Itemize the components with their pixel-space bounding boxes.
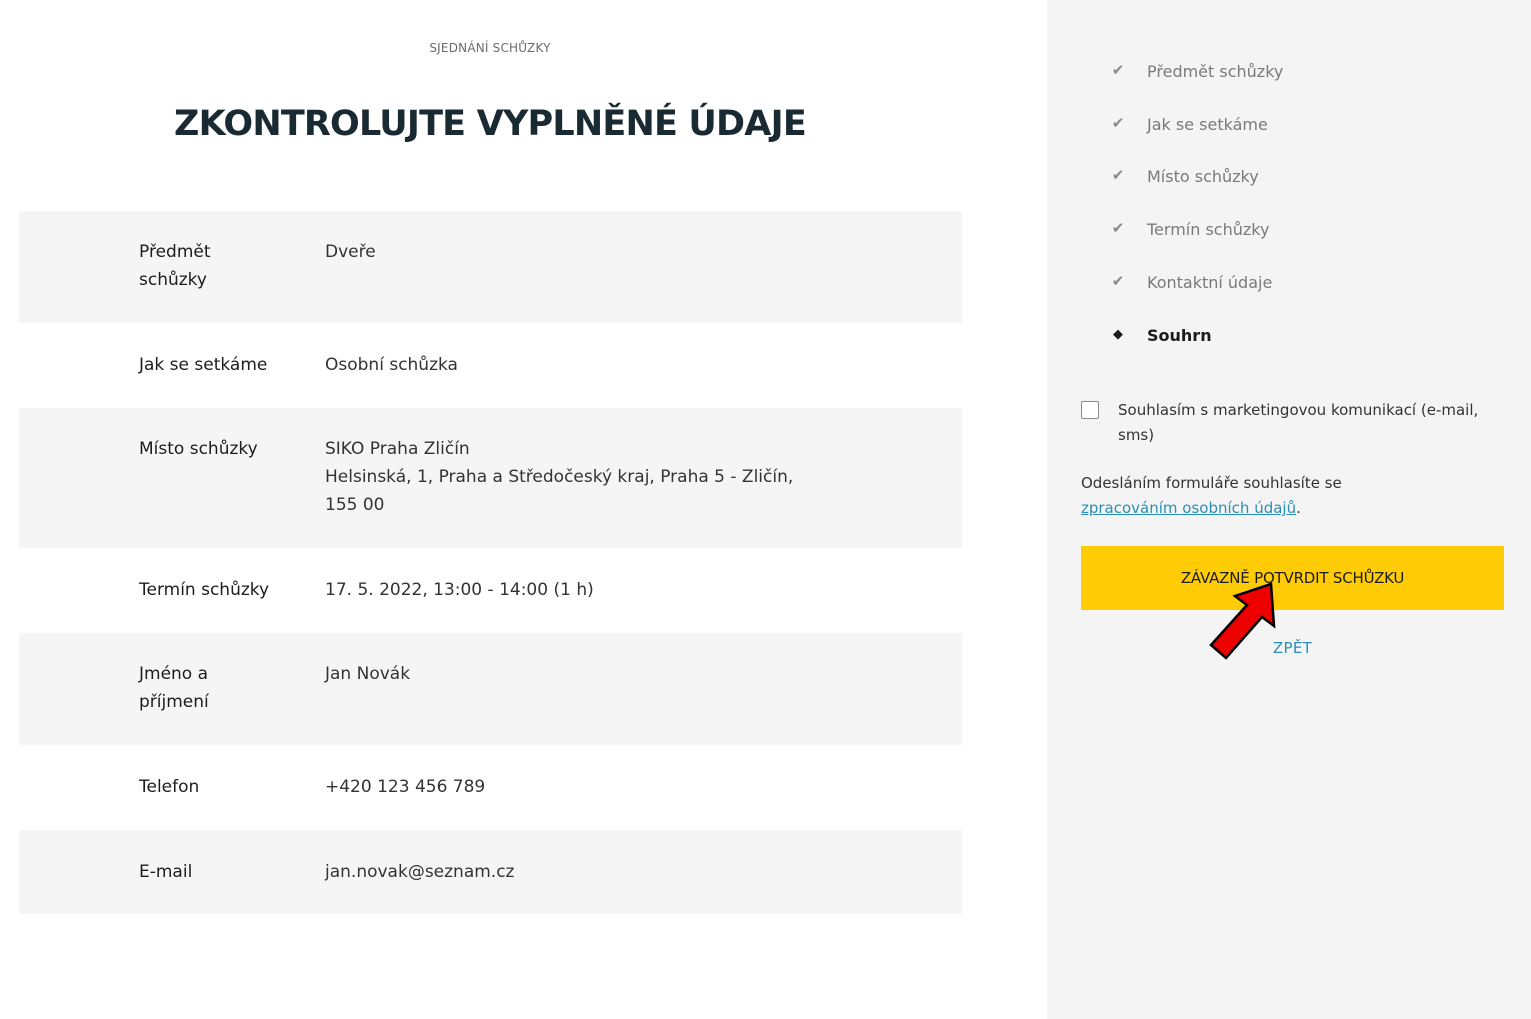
row-value: Dveře <box>325 242 376 262</box>
summary-row-subject: Předmět schůzky Dveře <box>19 211 962 323</box>
check-icon: ✔ <box>1111 114 1125 132</box>
page-title: ZKONTROLUJTE VYPLNĚNÉ ÚDAJE <box>174 104 807 144</box>
back-link[interactable]: ZPĚT <box>1081 639 1504 657</box>
privacy-note-period: . <box>1296 499 1301 517</box>
row-label: Jméno a příjmení <box>139 664 209 712</box>
row-value: SIKO Praha Zličín Helsinská, 1, Praha a S… <box>325 439 794 515</box>
check-icon: ✔ <box>1111 61 1125 79</box>
main-panel: SJEDNÁNÍ SCHŮZKY ZKONTROLUJTE VYPLNĚNÉ Ú… <box>0 0 1047 1019</box>
step-label: Předmět schůzky <box>1147 62 1284 81</box>
check-icon: ✔ <box>1111 219 1125 237</box>
row-label: Telefon <box>139 777 200 797</box>
row-value: Jan Novák <box>325 664 411 684</box>
row-label: Termín schůzky <box>139 580 270 600</box>
privacy-note: Odesláním formuláře souhlasíte se zpraco… <box>1081 471 1501 521</box>
row-label: Předmět schůzky <box>139 242 211 290</box>
summary-row-location: Místo schůzky SIKO Praha Zličín Helsinská… <box>19 408 962 548</box>
breadcrumb-eyebrow: SJEDNÁNÍ SCHŮZKY <box>429 41 551 55</box>
summary-row-name: Jméno a příjmení Jan Novák <box>19 633 962 745</box>
step-label: Kontaktní údaje <box>1147 273 1273 292</box>
privacy-policy-link[interactable]: zpracováním osobních údajů <box>1081 499 1296 517</box>
row-value: jan.novak@seznam.cz <box>325 862 515 882</box>
summary-row-meeting-type: Jak se setkáme Osobní schůzka <box>19 323 962 408</box>
summary-row-phone: Telefon +420 123 456 789 <box>19 745 962 830</box>
step-label: Souhrn <box>1147 326 1212 345</box>
row-value: Osobní schůzka <box>325 355 458 375</box>
diamond-bullet-icon: ◆ <box>1113 327 1123 342</box>
summary-table: Předmět schůzky Dveře Jak se setkáme Osob… <box>19 211 962 914</box>
marketing-consent-label: Souhlasím s marketingovou komunikací (e-… <box>1118 401 1479 444</box>
row-label: Místo schůzky <box>139 439 258 459</box>
check-icon: ✔ <box>1111 272 1125 290</box>
step-label: Jak se setkáme <box>1147 115 1268 134</box>
row-value: 17. 5. 2022, 13:00 - 14:00 (1 h) <box>325 580 594 600</box>
row-label: E-mail <box>139 862 193 882</box>
row-value: +420 123 456 789 <box>325 777 486 797</box>
marketing-consent-checkbox[interactable] <box>1081 401 1099 419</box>
row-label: Jak se setkáme <box>139 355 268 375</box>
check-icon: ✔ <box>1111 166 1125 184</box>
summary-row-date: Termín schůzky 17. 5. 2022, 13:00 - 14:0… <box>19 548 962 633</box>
confirm-meeting-button[interactable]: ZÁVAZNĚ POTVRDIT SCHŮZKU <box>1081 546 1504 610</box>
sidebar: ✔ Předmět schůzky ✔ Jak se setkáme ✔ Mís… <box>1047 0 1531 1019</box>
privacy-note-text: Odesláním formuláře souhlasíte se <box>1081 474 1342 492</box>
step-label: Místo schůzky <box>1147 167 1259 186</box>
annotation-arrow-icon <box>1209 582 1276 660</box>
step-label: Termín schůzky <box>1147 220 1270 239</box>
summary-row-email: E-mail jan.novak@seznam.cz <box>19 830 962 914</box>
